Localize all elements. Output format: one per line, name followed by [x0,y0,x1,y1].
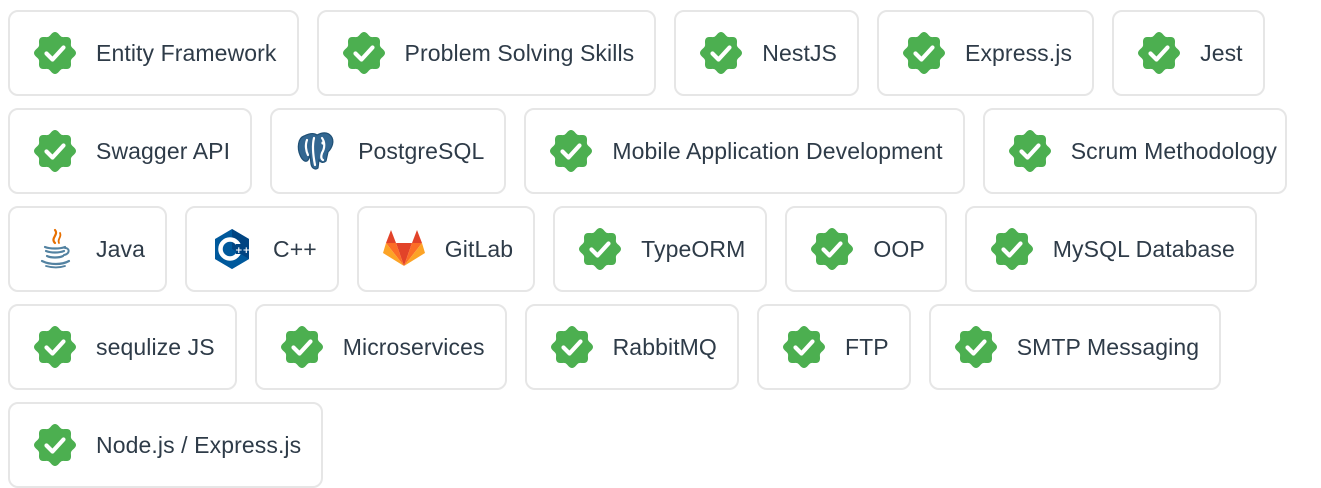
skill-tag-cpp: ++ C++ [184,206,339,292]
check-badge-icon [548,128,594,174]
check-badge-icon [32,30,78,76]
skill-tag-oop: OOP [785,206,947,292]
check-badge-icon [32,422,78,468]
skill-label: Microservices [342,333,485,360]
skill-tag-smtp: SMTP Messaging [928,304,1222,390]
check-badge-icon [549,324,595,370]
check-badge-icon [809,226,855,272]
skill-label: Mobile Application Development [612,137,943,164]
skill-label: PostgreSQL [358,137,485,164]
check-badge-icon [341,30,387,76]
skill-tag-sequelize: sequlize JS [8,304,237,390]
check-badge-icon [1136,30,1182,76]
skill-tag-scrum: Scrum Methodology [982,108,1287,194]
skill-label: C++ [272,235,317,262]
check-badge-icon [953,324,999,370]
skill-label: FTP [844,333,889,360]
check-badge-icon [901,30,947,76]
skill-tag-gitlab: GitLab [356,206,536,292]
check-badge-icon [781,324,827,370]
skill-label: Jest [1200,39,1243,66]
java-coffee-cup-icon [32,226,78,272]
skill-tag-rabbitmq: RabbitMQ [524,304,739,390]
skill-label: Entity Framework [96,39,277,66]
skill-tag-nestjs: NestJS [674,10,859,96]
check-badge-icon [989,226,1035,272]
skill-tag-swagger-api: Swagger API [8,108,253,194]
check-badge-icon [698,30,744,76]
skill-label: Java [96,235,145,262]
skill-tag-typeorm: TypeORM [553,206,768,292]
skill-tag-nodejs-expressjs: Node.js / Express.js [8,402,324,488]
skill-label: SMTP Messaging [1016,333,1200,360]
skill-tag-microservices: Microservices [254,304,507,390]
skill-tag-entity-framework: Entity Framework [8,10,299,96]
skill-tag-problem-solving: Problem Solving Skills [316,10,657,96]
skill-tag-mobile-app-dev: Mobile Application Development [524,108,965,194]
skill-label: Node.js / Express.js [96,431,302,458]
skill-tag-mysql: MySQL Database [964,206,1257,292]
skill-label: TypeORM [641,235,746,262]
skill-label: Swagger API [96,137,231,164]
check-badge-icon [279,324,325,370]
gitlab-tanuki-icon [381,226,427,272]
skill-tag-expressjs: Express.js [877,10,1095,96]
skill-label: Problem Solving Skills [404,39,635,66]
skill-tag-ftp: FTP [756,304,911,390]
skill-tag-postgresql: PostgreSQL [270,108,507,194]
skill-label: Express.js [965,39,1073,66]
skills-list: Entity Framework Problem Solving Skills … [8,10,1321,488]
check-badge-icon [32,324,78,370]
skill-label: RabbitMQ [612,333,717,360]
check-badge-icon [577,226,623,272]
cpp-hexagon-icon: ++ [209,226,255,272]
skill-label: NestJS [762,39,837,66]
skill-tag-jest: Jest [1112,10,1265,96]
skill-label: MySQL Database [1052,235,1235,262]
skill-label: GitLab [444,235,514,262]
skill-label: Scrum Methodology [1070,137,1277,164]
svg-text:++: ++ [235,246,250,256]
skill-label: OOP [873,235,925,262]
check-badge-icon [1007,128,1053,174]
skill-label: sequlize JS [96,333,215,360]
skill-tag-java: Java [8,206,167,292]
check-badge-icon [32,128,78,174]
postgresql-elephant-icon [294,128,340,174]
